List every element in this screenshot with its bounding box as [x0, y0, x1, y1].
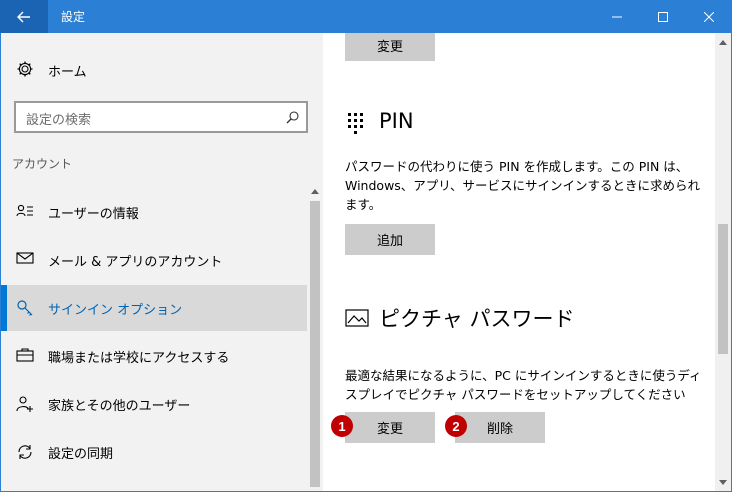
back-button[interactable] [0, 0, 48, 33]
sidebar-item-label: 家族とその他のユーザー [48, 399, 191, 414]
main-scroll-up-button[interactable] [715, 34, 731, 50]
sidebar-item-label: メール & アプリのアカウント [48, 255, 223, 270]
sidebar-item-label: ユーザーの情報 [48, 207, 139, 222]
close-icon [704, 11, 714, 22]
sidebar-item-family[interactable]: 家族とその他のユーザー [1, 381, 307, 427]
step-badge-1: 1 [331, 415, 353, 437]
minimize-icon [612, 16, 622, 17]
close-button[interactable] [686, 0, 732, 33]
search-icon[interactable] [286, 110, 300, 124]
sidebar-item-label: 設定の同期 [48, 447, 114, 462]
picture-icon [345, 309, 369, 327]
pin-add-button[interactable]: 追加 [345, 224, 435, 255]
search-placeholder: 設定の検索 [26, 113, 92, 128]
sidebar-item-sync[interactable]: 設定の同期 [1, 429, 307, 475]
sidebar-home-label: ホーム [48, 65, 87, 80]
picture-password-delete-button[interactable]: 削除 [455, 412, 545, 443]
chevron-up-icon [719, 39, 727, 45]
window-title: 設定 [61, 10, 86, 24]
sidebar-item-work-school[interactable]: 職場または学校にアクセスする [1, 333, 307, 379]
sidebar: ホーム 設定の検索 アカウント ユーザーの情報 メール & アプリのアカウント … [1, 33, 323, 491]
minimize-button[interactable] [594, 0, 640, 33]
back-arrow-icon [17, 11, 30, 22]
sidebar-scroll-thumb[interactable] [310, 201, 320, 487]
selected-indicator [1, 285, 7, 331]
pin-description: パスワードの代わりに使う PIN を作成します。この PIN は、Windows… [345, 159, 701, 212]
maximize-button[interactable] [640, 0, 686, 33]
search-input[interactable]: 設定の検索 [14, 101, 308, 133]
sidebar-item-signin-options[interactable]: サインイン オプション [1, 285, 307, 331]
section-header-accounts: アカウント [12, 157, 73, 171]
main-scroll-down-button[interactable] [715, 474, 731, 490]
key-icon [17, 300, 33, 316]
sync-icon [18, 445, 32, 459]
sidebar-item-label: 職場または学校にアクセスする [48, 351, 230, 366]
user-info-icon [16, 204, 33, 217]
picture-password-change-button[interactable]: 変更 [345, 412, 435, 443]
sidebar-scroll-up-button[interactable] [307, 183, 323, 199]
main-scroll-thumb[interactable] [718, 224, 728, 354]
mail-icon [16, 252, 34, 264]
sidebar-item-label: サインイン オプション [48, 303, 183, 318]
picture-password-title: ピクチャ パスワード [379, 307, 575, 331]
main-content: 変更 PIN パスワードの代わりに使う PIN を作成します。この PIN は、… [323, 33, 715, 491]
password-change-button[interactable]: 変更 [345, 33, 435, 61]
sidebar-item-mail-accounts[interactable]: メール & アプリのアカウント [1, 237, 307, 283]
picture-password-description: 最適な結果になるように、PC にサインインするときに使うディスプレイでピクチャ … [345, 368, 702, 402]
sidebar-home[interactable]: ホーム [1, 53, 307, 85]
pin-title: PIN [379, 109, 414, 133]
chevron-down-icon [719, 479, 727, 485]
briefcase-icon [16, 348, 34, 362]
title-bar: 設定 [0, 0, 732, 33]
add-user-icon [16, 396, 33, 412]
maximize-icon [658, 11, 668, 22]
pin-keypad-icon [348, 113, 363, 134]
chevron-up-icon [311, 188, 319, 194]
step-badge-2: 2 [445, 415, 467, 437]
gear-icon [17, 61, 33, 77]
sidebar-item-user-info[interactable]: ユーザーの情報 [1, 189, 307, 235]
